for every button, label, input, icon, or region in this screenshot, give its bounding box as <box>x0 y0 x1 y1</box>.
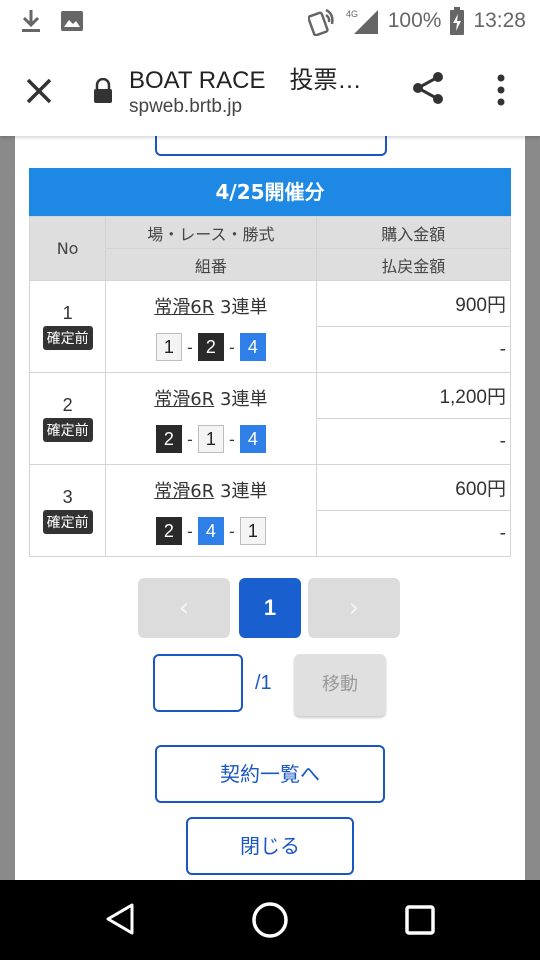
table-row: 2 確定前 常滑6R 3連単 2 - 1 - 4 1,200円 <box>28 372 512 465</box>
nfc-icon <box>307 8 334 36</box>
top-button-partial[interactable] <box>155 136 387 156</box>
row-number: 1 <box>62 303 73 323</box>
combination: 2 - 4 - 1 <box>106 517 315 545</box>
page-number-input[interactable] <box>153 654 243 712</box>
page-title: BOAT RACE 投票… <box>129 67 362 94</box>
clock: 13:28 <box>473 9 526 32</box>
boat-number: 4 <box>197 517 224 545</box>
bet-type: 3連単 <box>220 481 268 502</box>
boat-number: 4 <box>239 425 266 453</box>
boat-number: 4 <box>239 333 266 361</box>
race-link[interactable]: 常滑6R <box>154 389 214 410</box>
combo-separator: - <box>186 521 193 541</box>
image-icon <box>61 11 83 31</box>
boat-number: 2 <box>197 333 224 361</box>
home-icon[interactable] <box>250 900 290 940</box>
table-row: 3 確定前 常滑6R 3連単 2 - 4 - 1 600円 <box>28 464 512 557</box>
header-purchase: 購入金額 <box>315 216 512 249</box>
chevron-left-icon: ‹ <box>178 593 190 623</box>
combo-separator: - <box>186 429 193 449</box>
combo-separator: - <box>186 337 193 357</box>
browser-toolbar: BOAT RACE 投票… spweb.brtb.jp <box>0 44 540 136</box>
header-race: 場・レース・勝式 <box>105 216 317 249</box>
boat-number: 1 <box>155 333 182 361</box>
purchase-amount: 900円 <box>315 280 512 327</box>
recent-apps-icon[interactable] <box>404 904 436 936</box>
network-type: 4G <box>346 9 358 19</box>
race-cell: 常滑6R 3連単 2 - 4 - 1 <box>105 464 317 557</box>
status-badge: 確定前 <box>42 510 93 534</box>
download-icon <box>22 10 40 32</box>
status-bar: 4G 100% 13:28 <box>0 0 540 44</box>
combination: 2 - 1 - 4 <box>106 425 315 453</box>
combo-separator: - <box>228 429 235 449</box>
combo-separator: - <box>228 521 235 541</box>
prev-page-button[interactable]: ‹ <box>138 578 230 638</box>
race-cell: 常滑6R 3連単 1 - 2 - 4 <box>105 280 317 373</box>
table-row: 1 確定前 常滑6R 3連単 1 - 2 - 4 900円 <box>28 280 512 373</box>
purchase-amount: 1,200円 <box>315 372 512 419</box>
move-button[interactable]: 移動 <box>294 654 386 716</box>
header-no: No <box>28 216 107 281</box>
navigation-bar <box>0 880 540 960</box>
bet-type: 3連単 <box>220 389 268 410</box>
modal-panel: 4/25開催分 No 場・レース・勝式 購入金額 組番 払戻金額 1 確定前 常… <box>15 136 525 880</box>
battery-charging-icon <box>450 7 465 35</box>
row-number: 3 <box>62 487 73 507</box>
payout-amount: - <box>315 510 512 557</box>
battery-percent: 100% <box>387 9 442 32</box>
header-combo: 組番 <box>105 248 317 281</box>
share-icon[interactable] <box>410 70 446 106</box>
boat-number: 1 <box>239 517 266 545</box>
row-no-cell: 1 確定前 <box>28 280 107 373</box>
status-badge: 確定前 <box>42 326 93 350</box>
payout-amount: - <box>315 418 512 465</box>
signal-icon: 4G <box>346 9 378 34</box>
payout-amount: - <box>315 326 512 373</box>
lock-icon <box>94 78 112 103</box>
combination: 1 - 2 - 4 <box>106 333 315 361</box>
close-icon[interactable] <box>22 74 56 108</box>
page-content: 4/25開催分 No 場・レース・勝式 購入金額 組番 払戻金額 1 確定前 常… <box>0 136 540 880</box>
status-badge: 確定前 <box>42 418 93 442</box>
combo-separator: - <box>228 337 235 357</box>
purchase-table: No 場・レース・勝式 購入金額 組番 払戻金額 1 確定前 常滑6R 3連単 <box>28 216 512 557</box>
race-link[interactable]: 常滑6R <box>154 297 214 318</box>
page-url[interactable]: spweb.brtb.jp <box>129 96 242 118</box>
boat-number: 2 <box>155 517 182 545</box>
chevron-right-icon: › <box>348 593 360 623</box>
bet-type: 3連単 <box>220 297 268 318</box>
page-total: /1 <box>255 672 272 694</box>
current-page-button[interactable]: 1 <box>239 578 301 638</box>
race-cell: 常滑6R 3連単 2 - 1 - 4 <box>105 372 317 465</box>
row-number: 2 <box>62 395 73 415</box>
row-no-cell: 3 確定前 <box>28 464 107 557</box>
purchase-amount: 600円 <box>315 464 512 511</box>
row-no-cell: 2 確定前 <box>28 372 107 465</box>
back-icon[interactable] <box>104 902 136 936</box>
boat-number: 1 <box>197 425 224 453</box>
contract-list-button[interactable]: 契約一覧へ <box>155 745 385 803</box>
more-menu-icon[interactable] <box>490 70 512 110</box>
header-payout: 払戻金額 <box>315 248 512 281</box>
close-button[interactable]: 閉じる <box>186 817 354 875</box>
race-link[interactable]: 常滑6R <box>154 481 214 502</box>
boat-number: 2 <box>155 425 182 453</box>
next-page-button[interactable]: › <box>308 578 400 638</box>
date-header: 4/25開催分 <box>29 168 511 216</box>
